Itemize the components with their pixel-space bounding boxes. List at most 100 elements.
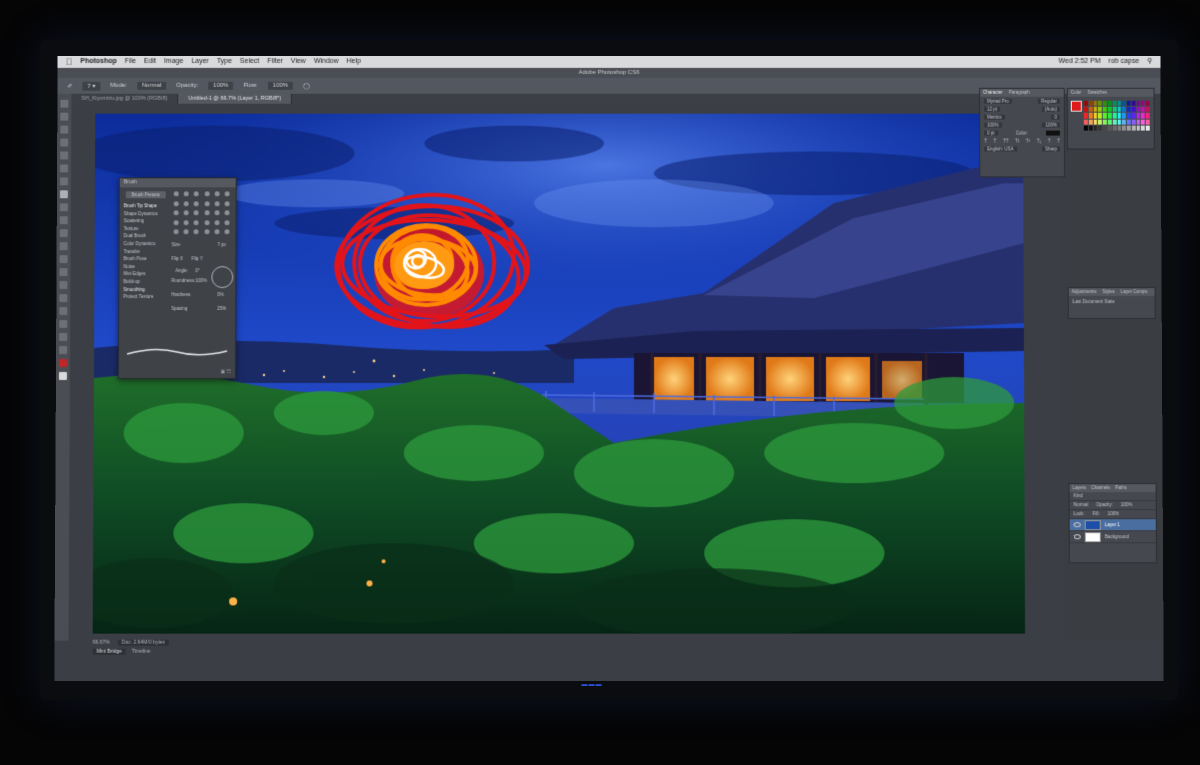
color-swatch[interactable] xyxy=(1112,113,1117,119)
color-swatch[interactable] xyxy=(1141,125,1145,131)
all-caps-icon[interactable]: TT xyxy=(1003,138,1009,143)
tab-timeline[interactable]: Timeline xyxy=(132,649,151,655)
visibility-eye-icon[interactable] xyxy=(1073,522,1081,528)
color-swatch[interactable] xyxy=(1136,125,1141,131)
tab-mini-bridge[interactable]: Mini Bridge xyxy=(92,648,126,655)
doc-tab-untitled[interactable]: Untitled-1 @ 66.7% (Layer 1, RGB/8*) xyxy=(178,93,293,104)
font-style-select[interactable]: Regular xyxy=(1038,98,1060,104)
color-swatch[interactable] xyxy=(1098,125,1103,131)
brush-option-brush-pose[interactable]: Brush Pose xyxy=(123,255,167,263)
layer-opacity-value[interactable]: 100% xyxy=(1121,501,1133,509)
clone-stamp-tool-icon[interactable] xyxy=(59,203,68,212)
brush-option-shape-dynamics[interactable]: Shape Dynamics xyxy=(124,210,168,218)
superscript-icon[interactable]: T¹ xyxy=(1026,138,1030,143)
color-swatch[interactable] xyxy=(1121,100,1126,106)
mode-select[interactable]: Normal xyxy=(137,81,167,90)
fill-value[interactable]: 100% xyxy=(1107,510,1119,518)
opacity-field[interactable]: 100% xyxy=(208,81,234,90)
color-swatch[interactable] xyxy=(1122,125,1126,131)
strikethrough-icon[interactable]: T xyxy=(1057,138,1060,143)
color-swatch[interactable] xyxy=(1136,113,1141,119)
color-swatch[interactable] xyxy=(1107,113,1112,119)
foreground-color-chip[interactable] xyxy=(1070,100,1082,112)
faux-bold-icon[interactable]: T xyxy=(984,138,987,143)
swatch-grid[interactable] xyxy=(1083,100,1150,131)
angle-roundness-dial[interactable] xyxy=(211,266,234,289)
tab-swatches[interactable]: Swatches xyxy=(1087,89,1107,97)
color-swatch[interactable] xyxy=(1121,106,1126,113)
color-swatch[interactable] xyxy=(1088,106,1093,113)
eyedropper-tool-icon[interactable] xyxy=(60,164,69,173)
subscript-icon[interactable]: T₁ xyxy=(1037,138,1041,143)
roundness-value[interactable]: 100% xyxy=(195,278,207,283)
gradient-tool-icon[interactable] xyxy=(59,242,68,251)
color-swatch[interactable] xyxy=(1098,106,1102,113)
visibility-eye-icon[interactable] xyxy=(1073,534,1081,540)
move-tool-icon[interactable] xyxy=(60,99,69,108)
history-brush-tool-icon[interactable] xyxy=(59,216,68,225)
color-swatch[interactable] xyxy=(1098,100,1102,106)
text-color-swatch[interactable] xyxy=(1045,130,1060,136)
color-swatch[interactable] xyxy=(1083,119,1088,125)
color-swatch[interactable] xyxy=(1131,106,1136,113)
color-swatch[interactable] xyxy=(1141,106,1145,113)
brush-option-noise[interactable]: Noise xyxy=(123,263,167,271)
size-value[interactable]: 7 px xyxy=(217,242,226,247)
spotlight-search-icon[interactable]: ⚲ xyxy=(1147,56,1152,68)
color-swatch[interactable] xyxy=(1122,119,1126,125)
tab-paragraph[interactable]: Paragraph xyxy=(1009,89,1030,97)
color-swatch[interactable] xyxy=(1136,100,1141,106)
kind-filter[interactable]: Kind xyxy=(1074,492,1083,500)
healing-tool-icon[interactable] xyxy=(59,177,68,186)
menu-help[interactable]: Help xyxy=(347,56,361,68)
color-swatch[interactable] xyxy=(1102,106,1107,113)
brush-option-texture[interactable]: Texture xyxy=(124,225,168,233)
last-document-state[interactable]: Last Document State xyxy=(1069,296,1155,307)
brush-option-transfer[interactable]: Transfer xyxy=(124,248,168,256)
tab-character[interactable]: Character xyxy=(983,89,1003,97)
color-swatch[interactable] xyxy=(1102,125,1107,131)
anti-alias-select[interactable]: Sharp xyxy=(1042,146,1061,151)
font-size-field[interactable]: 12 pt xyxy=(984,106,1001,112)
tracking-field[interactable]: 0 xyxy=(1051,114,1060,120)
hand-tool-icon[interactable] xyxy=(59,333,68,342)
color-swatch[interactable] xyxy=(1088,119,1093,125)
color-swatch[interactable] xyxy=(1122,113,1126,119)
eraser-tool-icon[interactable] xyxy=(59,229,68,238)
small-caps-icon[interactable]: Tt xyxy=(1015,138,1019,143)
color-swatch[interactable] xyxy=(1107,125,1112,131)
menu-filter[interactable]: Filter xyxy=(267,56,283,68)
color-swatch[interactable] xyxy=(1126,106,1131,113)
tab-channels[interactable]: Channels xyxy=(1091,484,1110,492)
color-swatch[interactable] xyxy=(1145,100,1150,106)
menu-edit[interactable]: Edit xyxy=(144,56,156,68)
color-swatch[interactable] xyxy=(1145,125,1150,131)
color-swatch[interactable] xyxy=(1093,106,1098,113)
color-swatch[interactable] xyxy=(1083,113,1088,119)
color-swatch[interactable] xyxy=(1131,125,1136,131)
airbrush-icon[interactable]: ◯ xyxy=(303,82,310,89)
new-brush-icon[interactable]: ▣ ☷ xyxy=(220,369,231,375)
underline-icon[interactable]: T xyxy=(1048,138,1051,143)
flip-y-checkbox[interactable]: Flip Y xyxy=(191,256,202,261)
color-swatch[interactable] xyxy=(1083,106,1088,113)
angle-value[interactable]: 0° xyxy=(195,268,199,273)
color-swatch[interactable] xyxy=(1141,100,1145,106)
brush-tool-icon[interactable]: ✐ xyxy=(67,82,72,89)
color-swatch[interactable] xyxy=(1145,113,1150,119)
layer-row-layer-1[interactable]: Layer 1 xyxy=(1069,519,1156,532)
color-swatch[interactable] xyxy=(1117,125,1122,131)
leading-field[interactable]: (Auto) xyxy=(1041,106,1060,112)
color-swatch[interactable] xyxy=(1117,100,1121,106)
menu-file[interactable]: File xyxy=(125,56,136,68)
color-swatch[interactable] xyxy=(1112,106,1117,113)
color-swatch[interactable] xyxy=(1093,125,1098,131)
color-swatch[interactable] xyxy=(1088,125,1093,131)
color-swatch[interactable] xyxy=(1088,100,1093,106)
tab-layers[interactable]: Layers xyxy=(1073,484,1087,492)
menu-app-name[interactable]: Photoshop xyxy=(80,56,117,68)
dodge-tool-icon[interactable] xyxy=(59,268,68,277)
doc-info[interactable]: Doc: 2.64M/0 bytes xyxy=(117,639,169,646)
marquee-tool-icon[interactable] xyxy=(60,112,69,121)
font-family-select[interactable]: Myriad Pro xyxy=(984,98,1012,104)
